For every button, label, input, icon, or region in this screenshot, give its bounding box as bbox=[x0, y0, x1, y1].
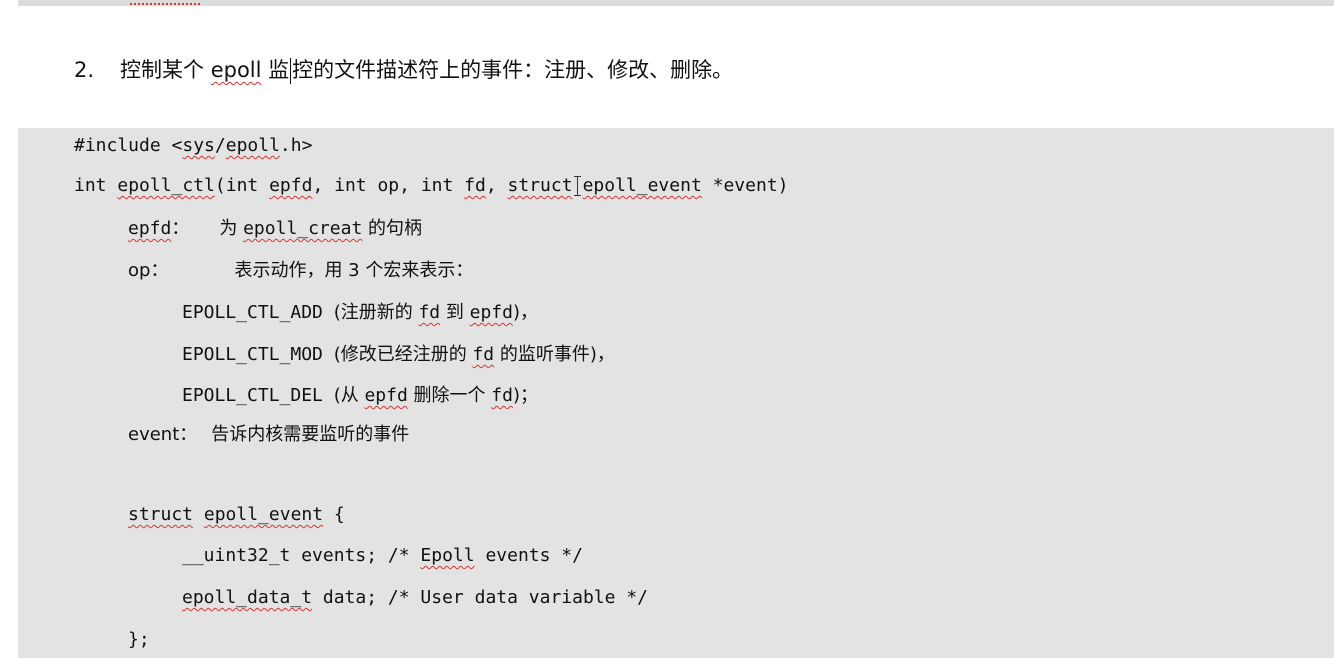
code-line-struct-open: struct epoll_event { bbox=[128, 504, 345, 525]
code-line-epfd-desc: epfd：为 epoll_creat 的句柄 bbox=[128, 218, 423, 239]
code-block: #include <sys/epoll.h> int epoll_ctl(int… bbox=[18, 128, 1334, 658]
code-line-op-del: EPOLL_CTL_DEL (从 epfd 删除一个 fd)； bbox=[182, 385, 538, 406]
code-line-include: #include <sys/epoll.h> bbox=[74, 135, 313, 156]
code-line-field-data: epoll_data_t data; /* User data variable… bbox=[182, 587, 648, 608]
heading-term-epoll: epoll bbox=[210, 58, 262, 82]
heading-text-mid: 监 bbox=[261, 58, 290, 82]
text-cursor bbox=[290, 58, 292, 84]
code-line-op-desc: op： 表示动作，用 3 个宏来表示： bbox=[128, 260, 474, 281]
section-heading: 2. 控制某个 epoll 监控的文件描述符上的事件：注册、修改、删除。 bbox=[74, 50, 733, 90]
code-line-op-add: EPOLL_CTL_ADD (注册新的 fd 到 epfd)， bbox=[182, 302, 538, 323]
section-number: 2. bbox=[74, 58, 95, 82]
code-line-op-mod: EPOLL_CTL_MOD (修改已经注册的 fd 的监听事件)， bbox=[182, 344, 615, 365]
code-line-event-desc: event： 告诉内核需要监听的事件 bbox=[128, 424, 410, 445]
previous-block-edge bbox=[18, 0, 1334, 6]
code-line-field-events: __uint32_t events; /* Epoll events */ bbox=[182, 545, 583, 566]
code-line-signature: int epoll_ctl(int epfd, int op, int fd, … bbox=[74, 175, 789, 197]
spelling-underline bbox=[130, 0, 200, 5]
heading-text-start: 控制某个 bbox=[120, 58, 211, 82]
heading-text-end: 控的文件描述符上的事件：注册、修改、删除。 bbox=[292, 58, 734, 82]
code-line-struct-close: }; bbox=[128, 629, 150, 650]
ibeam-cursor-icon bbox=[573, 175, 583, 197]
